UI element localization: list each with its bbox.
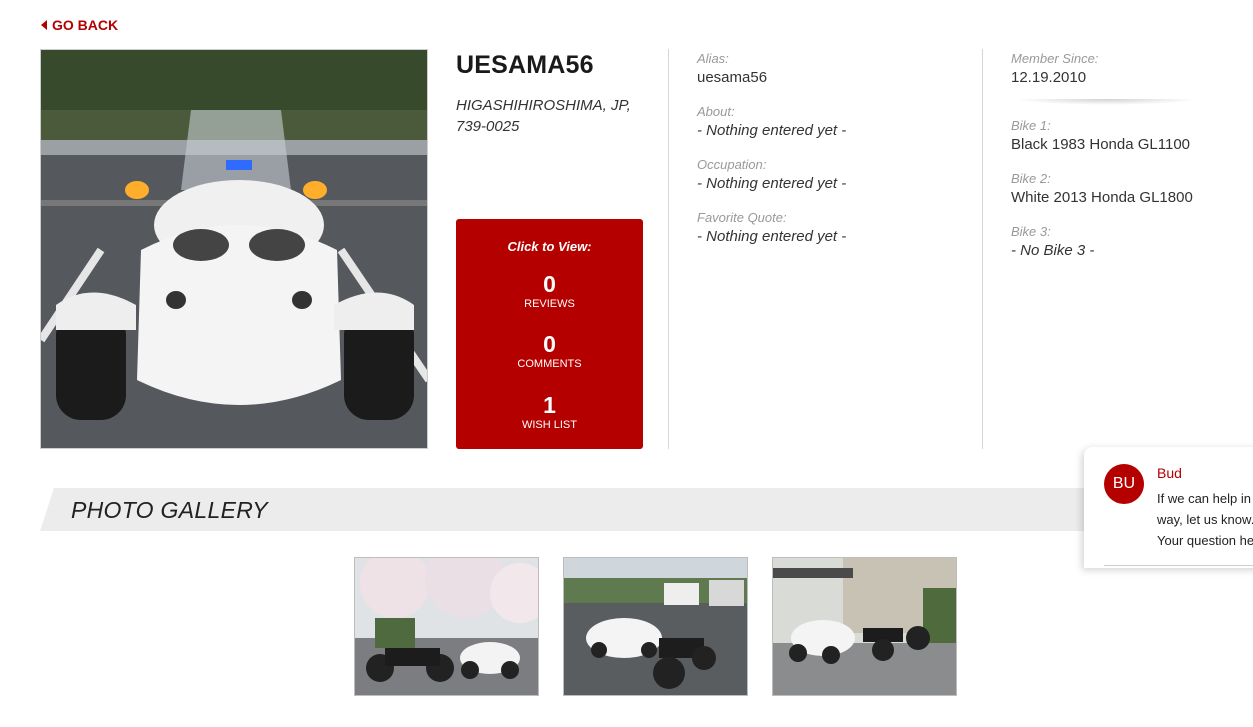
reviews-label: REVIEWS	[524, 298, 575, 310]
wishlist-count: 1	[543, 392, 556, 418]
chat-message: If we can help in any way, let us know. …	[1157, 491, 1253, 548]
reviews-count: 0	[543, 271, 556, 297]
comments-stat-link[interactable]: 0 COMMENTS	[456, 331, 643, 371]
wishlist-stat-link[interactable]: 1 WISH LIST	[456, 392, 643, 432]
member-since-value: 12.19.2010	[1011, 69, 1087, 86]
chat-avatar: BU	[1104, 464, 1144, 504]
column-divider	[982, 49, 983, 449]
caret-left-icon	[41, 20, 47, 30]
favorite-quote-label: Favorite Quote:	[697, 210, 787, 225]
about-label: About:	[697, 104, 735, 119]
bike3-field: Bike 3: - No Bike 3 -	[1011, 223, 1094, 261]
member-since-label: Member Since:	[1011, 51, 1099, 66]
column-divider	[668, 49, 669, 449]
chat-divider	[1104, 565, 1253, 566]
bike3-value: - No Bike 3 -	[1011, 242, 1095, 259]
click-to-view-label: Click to View:	[507, 239, 592, 254]
go-back-link[interactable]: GO BACK	[41, 17, 118, 33]
gallery-thumbnail[interactable]	[772, 557, 957, 696]
bike2-value: White 2013 Honda GL1800	[1011, 189, 1193, 206]
occupation-field: Occupation: - Nothing entered yet -	[697, 156, 846, 194]
alias-label: Alias:	[697, 51, 729, 66]
occupation-label: Occupation:	[697, 157, 767, 172]
profile-photo[interactable]	[40, 49, 428, 449]
chat-agent-name: Bud	[1157, 465, 1182, 481]
bike1-label: Bike 1:	[1011, 118, 1051, 133]
reviews-stat-link[interactable]: 0 REVIEWS	[456, 271, 643, 311]
photo-gallery-title: PHOTO GALLERY	[71, 497, 268, 523]
occupation-value: - Nothing entered yet -	[697, 175, 847, 192]
bike2-field: Bike 2: White 2013 Honda GL1800	[1011, 170, 1193, 208]
gallery-thumbnail[interactable]	[563, 557, 748, 696]
bike3-label: Bike 3:	[1011, 224, 1051, 239]
favorite-quote-field: Favorite Quote: - Nothing entered yet -	[697, 209, 846, 247]
gallery-photo-image	[355, 558, 538, 695]
bike2-label: Bike 2:	[1011, 171, 1051, 186]
trike-photo-image	[41, 50, 427, 448]
comments-label: COMMENTS	[517, 358, 582, 370]
about-field: About: - Nothing entered yet -	[697, 103, 846, 141]
bike1-value: Black 1983 Honda GL1100	[1011, 136, 1191, 153]
gallery-thumbnail[interactable]	[354, 557, 539, 696]
username-heading: UESAMA56	[456, 51, 594, 79]
member-since-field: Member Since: 12.19.2010	[1011, 50, 1098, 88]
about-value: - Nothing entered yet -	[697, 122, 847, 139]
alias-field: Alias: uesama56	[697, 50, 767, 88]
wishlist-label: WISH LIST	[521, 419, 577, 431]
gallery-photo-image	[773, 558, 956, 695]
favorite-quote-value: - Nothing entered yet -	[697, 228, 847, 245]
bike1-field: Bike 1: Black 1983 Honda GL1100	[1011, 117, 1190, 155]
stats-panel: Click to View: 0 REVIEWS 0 COMMENTS 1 WI…	[456, 219, 643, 449]
location-text: HIGASHIHIROSHIMA, JP, 739-0025	[456, 97, 631, 135]
section-separator	[1014, 99, 1200, 105]
comments-count: 0	[543, 331, 556, 357]
alias-value: uesama56	[697, 69, 768, 86]
gallery-photo-image	[564, 558, 747, 695]
chat-widget[interactable]: BU Bud If we can help in any way, let us…	[1084, 447, 1253, 568]
go-back-label: GO BACK	[52, 17, 119, 33]
